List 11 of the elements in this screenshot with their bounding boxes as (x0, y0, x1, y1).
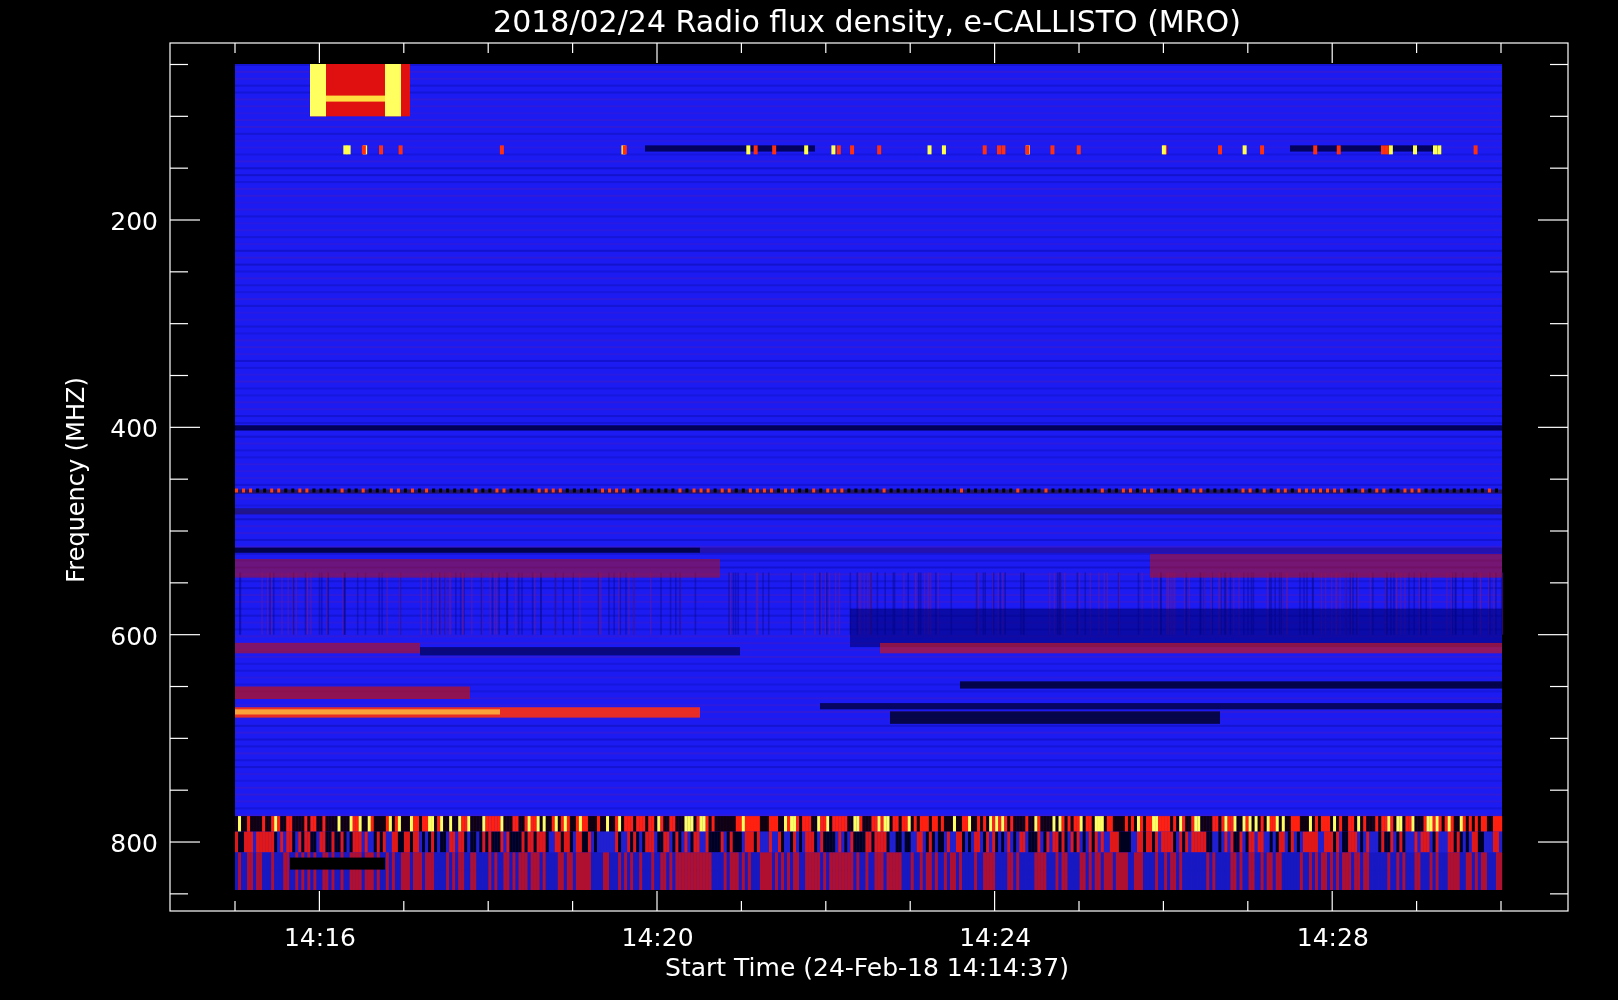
y-tick-label: 200 (110, 207, 158, 236)
x-tick-label: 14:16 (284, 923, 356, 952)
y-axis-label: Frequency (MHZ) (62, 377, 90, 583)
chart-title: 2018/02/24 Radio flux density, e-CALLISTO (MRO) (493, 4, 1241, 39)
y-tick-label: 400 (110, 414, 158, 444)
x-tick-label: 14:24 (959, 923, 1032, 952)
x-tick-label: 14:28 (1296, 923, 1369, 952)
y-tick-label: 800 (110, 829, 158, 858)
x-axis-label: Start Time (24-Feb-18 14:14:37) (665, 953, 1069, 982)
x-tick-label: 14:20 (621, 923, 694, 952)
y-tick-label: 600 (110, 621, 158, 651)
